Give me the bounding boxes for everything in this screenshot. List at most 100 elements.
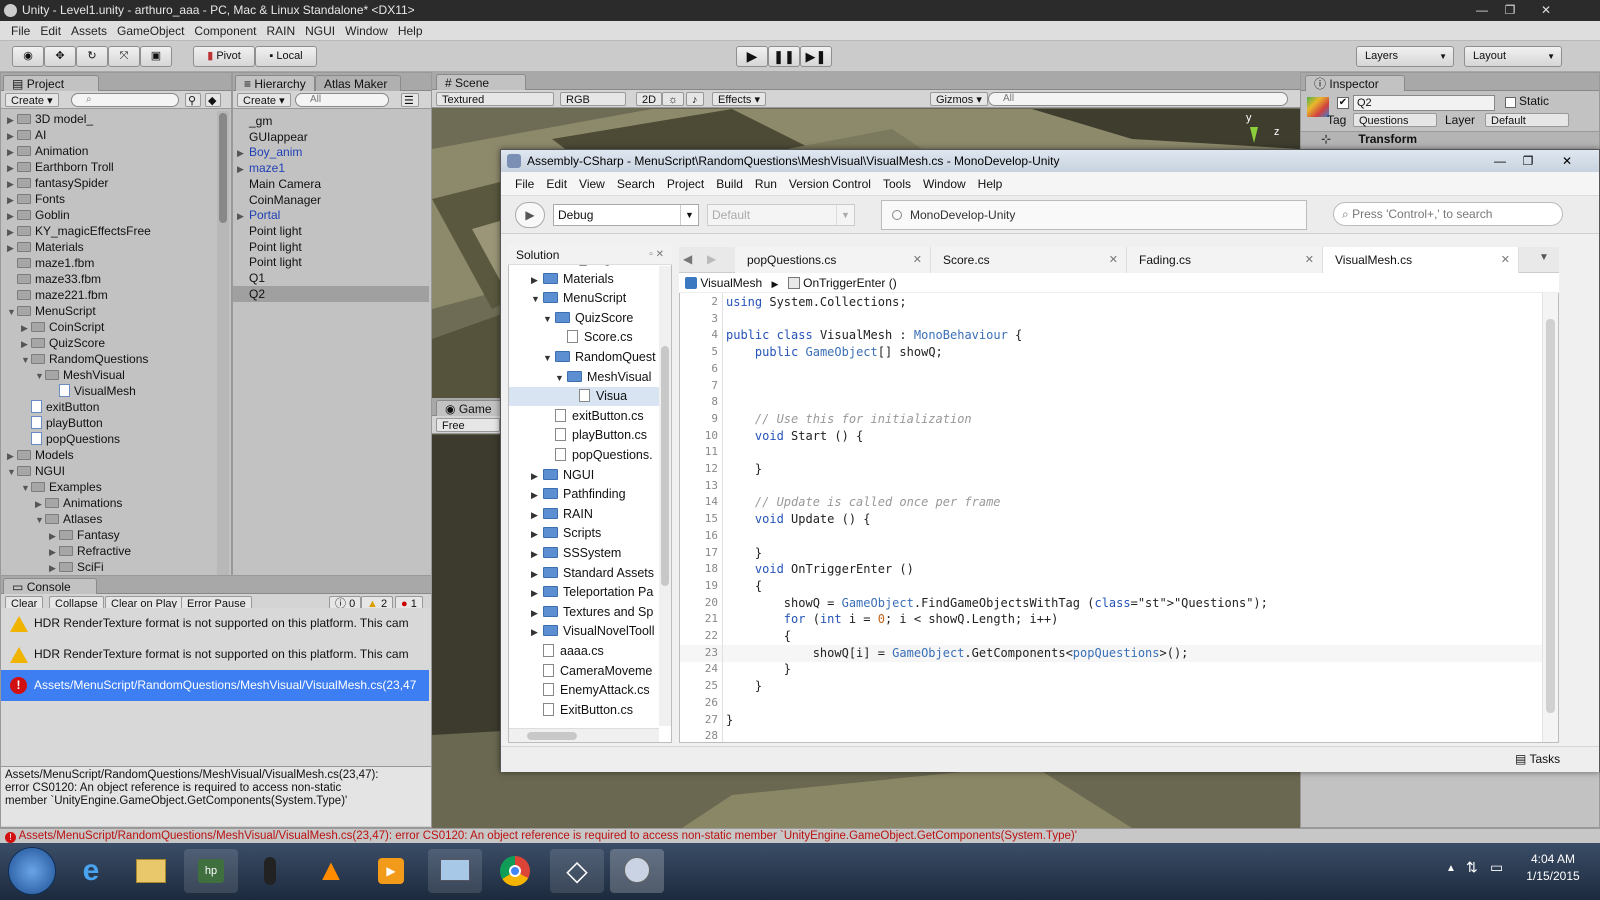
collapsed-arrow-icon[interactable]: ▶ — [237, 161, 247, 177]
solution-item[interactable]: ▼ RandomQuest — [509, 348, 659, 367]
solution-item[interactable]: ▶ VisualNovelTooll — [509, 622, 659, 641]
scroll-thumb[interactable] — [1546, 319, 1555, 713]
collapsed-arrow-icon[interactable]: ▶ — [7, 144, 17, 160]
menu-run[interactable]: Run — [749, 172, 783, 196]
project-item[interactable]: maze1.fbm — [7, 255, 94, 271]
solution-item[interactable]: aaaa.cs — [509, 642, 659, 661]
project-item[interactable]: popQuestions — [21, 431, 120, 447]
close-icon[interactable]: ✕ — [1109, 247, 1118, 273]
solution-hscrollbar[interactable] — [509, 728, 659, 742]
solution-item-selected[interactable]: Visua — [509, 387, 659, 407]
hp-app-icon[interactable]: hp — [184, 849, 238, 893]
project-item[interactable]: ▶ Animations — [35, 495, 122, 511]
code-line[interactable]: } — [726, 662, 791, 676]
menu-project[interactable]: Project — [661, 172, 710, 196]
console-message[interactable]: HDR RenderTexture format is not supporte… — [1, 639, 429, 670]
hierarchy-item[interactable]: Q1 — [233, 270, 429, 286]
project-item[interactable]: VisualMesh — [49, 383, 136, 399]
scale-tool-button[interactable]: ⤧ — [108, 46, 140, 67]
close-button[interactable]: ✕ — [1526, 0, 1566, 21]
tray-network-icon[interactable]: ⇅ — [1466, 859, 1478, 876]
expanded-arrow-icon[interactable]: ▼ — [21, 352, 31, 368]
local-button[interactable]: ▪ Local — [255, 46, 317, 67]
hierarchy-item[interactable]: Main Camera — [233, 176, 429, 192]
menu-file[interactable]: File — [509, 172, 540, 196]
project-item[interactable]: exitButton — [21, 399, 99, 415]
rotate-tool-button[interactable]: ↻ — [76, 46, 108, 67]
hierarchy-item[interactable]: CoinManager — [233, 192, 429, 208]
code-line[interactable]: using System.Collections; — [726, 295, 907, 309]
solution-item[interactable]: popQuestions. — [509, 446, 659, 465]
code-line[interactable]: // Use this for initialization — [726, 412, 972, 426]
project-item[interactable]: ▶ Goblin — [7, 207, 70, 223]
filter-label-button[interactable]: ◆ — [205, 93, 221, 107]
start-button[interactable] — [8, 847, 56, 895]
object-name-field[interactable]: Q2 — [1353, 95, 1495, 111]
collapsed-arrow-icon[interactable]: ▶ — [7, 224, 17, 240]
active-checkbox[interactable]: ✔ — [1337, 97, 1349, 109]
console-message[interactable]: HDR RenderTexture format is not supporte… — [1, 608, 429, 639]
code-line[interactable]: { — [726, 579, 762, 593]
collapsed-arrow-icon[interactable]: ▶ — [7, 240, 17, 256]
project-item[interactable]: ▶ Earthborn Troll — [7, 159, 114, 175]
code-line[interactable]: for (int i = 0; i < showQ.Length; i++) — [726, 612, 1059, 626]
solution-item[interactable]: Score.cs — [509, 328, 659, 347]
close-icon[interactable]: ▫ ✕ — [649, 245, 664, 265]
tab-project[interactable]: ▤ Project — [3, 75, 99, 91]
project-scrollbar[interactable] — [217, 111, 229, 581]
collapsed-arrow-icon[interactable]: ▶ — [531, 545, 541, 564]
solution-item[interactable]: ▶ Pathfinding — [509, 485, 659, 504]
menu-edit[interactable]: Edit — [35, 21, 66, 41]
transform-header[interactable]: ⊹ Transform — [1301, 131, 1599, 149]
code-line[interactable]: public class VisualMesh : MonoBehaviour … — [726, 328, 1022, 342]
tab-visualmesh[interactable]: VisualMesh.cs ✕ — [1323, 247, 1519, 273]
project-item[interactable]: ▶ QuizScore — [21, 335, 105, 351]
menu-build[interactable]: Build — [710, 172, 749, 196]
expanded-arrow-icon[interactable]: ▼ — [7, 464, 17, 480]
collapsed-arrow-icon[interactable]: ▶ — [531, 467, 541, 486]
aspect-dropdown[interactable]: Free Aspect — [436, 418, 500, 432]
unity-status-bar[interactable]: ! Assets/MenuScript/RandomQuestions/Mesh… — [0, 828, 1600, 843]
hierarchy-options-button[interactable]: ☰ — [401, 93, 419, 107]
collapsed-arrow-icon[interactable]: ▶ — [7, 448, 17, 464]
minimize-button[interactable]: — — [1468, 0, 1496, 21]
mode-2d-toggle[interactable]: 2D — [636, 92, 663, 106]
minimize-button[interactable]: — — [1487, 150, 1513, 172]
project-item[interactable]: ▶ Fantasy — [49, 527, 120, 543]
project-item[interactable]: ▼ Examples — [21, 479, 102, 495]
vlc-icon[interactable]: ▲ — [304, 849, 358, 893]
collapsed-arrow-icon[interactable]: ▶ — [531, 271, 541, 290]
collapsed-arrow-icon[interactable]: ▶ — [237, 145, 247, 161]
collapsed-arrow-icon[interactable]: ▶ — [531, 584, 541, 603]
menu-edit[interactable]: Edit — [540, 172, 573, 196]
render-mode-dropdown[interactable]: Textured — [436, 92, 554, 106]
project-item[interactable]: ▶ KY_magicEffectsFree — [7, 223, 151, 239]
menu-search[interactable]: Search — [611, 172, 661, 196]
editor-vscrollbar[interactable] — [1542, 293, 1558, 742]
solution-item[interactable]: ▶ Textures and Sp — [509, 603, 659, 622]
project-item[interactable]: ▶ AI — [7, 127, 46, 143]
collapsed-arrow-icon[interactable]: ▶ — [7, 160, 17, 176]
solution-item[interactable]: CameraMoveme — [509, 662, 659, 681]
solution-item[interactable]: ▶ SSSystem — [509, 544, 659, 563]
step-button[interactable]: ▶❚ — [800, 46, 832, 67]
expanded-arrow-icon[interactable]: ▼ — [543, 310, 553, 329]
hierarchy-item[interactable]: _gm — [233, 113, 429, 129]
close-icon[interactable]: ✕ — [913, 247, 922, 273]
menu-file[interactable]: File — [6, 21, 35, 41]
project-item[interactable]: ▼ MeshVisual — [35, 367, 125, 383]
menu-gameobject[interactable]: GameObject — [112, 21, 189, 41]
close-icon[interactable]: ✕ — [1305, 247, 1314, 273]
breadcrumb-method[interactable]: OnTriggerEnter () — [803, 276, 897, 290]
collapsed-arrow-icon[interactable]: ▶ — [531, 565, 541, 584]
code-line[interactable]: void Start () { — [726, 429, 863, 443]
collapsed-arrow-icon[interactable]: ▶ — [7, 176, 17, 192]
scroll-thumb[interactable] — [527, 732, 577, 740]
unity-taskbar-icon[interactable]: ◇ — [550, 849, 604, 893]
media-app-icon[interactable] — [244, 849, 298, 893]
hierarchy-create-button[interactable]: Create ▾ — [237, 93, 291, 107]
solution-item[interactable]: ▶ Scripts — [509, 524, 659, 543]
audio-toggle[interactable]: ♪ — [686, 92, 704, 106]
tray-expand-icon[interactable]: ▲ — [1446, 863, 1456, 874]
collapsed-arrow-icon[interactable]: ▶ — [21, 336, 31, 352]
